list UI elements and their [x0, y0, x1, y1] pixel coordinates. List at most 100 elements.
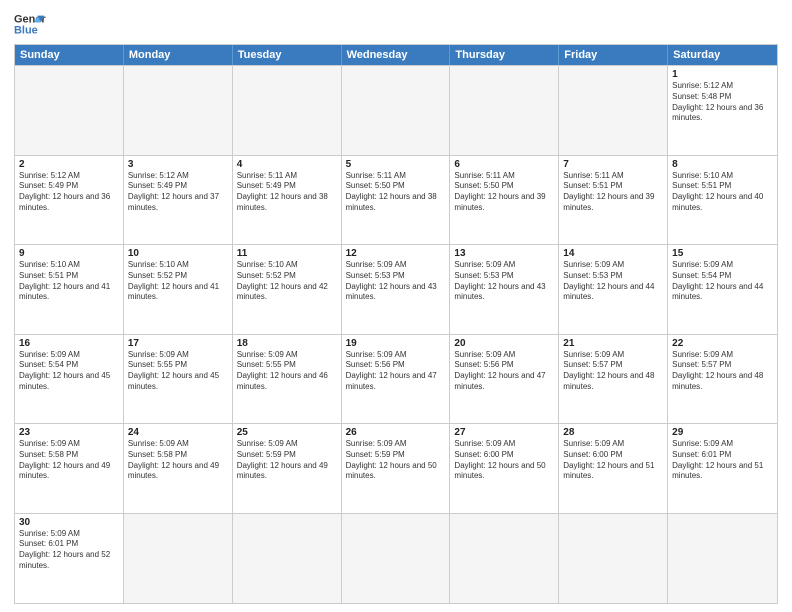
- calendar-day-10: 10Sunrise: 5:10 AM Sunset: 5:52 PM Dayli…: [124, 245, 233, 334]
- calendar-day-8: 8Sunrise: 5:10 AM Sunset: 5:51 PM Daylig…: [668, 156, 777, 245]
- calendar-day-30: 30Sunrise: 5:09 AM Sunset: 6:01 PM Dayli…: [15, 514, 124, 604]
- calendar-day-2: 2Sunrise: 5:12 AM Sunset: 5:49 PM Daylig…: [15, 156, 124, 245]
- calendar-day-4: 4Sunrise: 5:11 AM Sunset: 5:49 PM Daylig…: [233, 156, 342, 245]
- calendar-day-6: 6Sunrise: 5:11 AM Sunset: 5:50 PM Daylig…: [450, 156, 559, 245]
- generalblue-logo-icon: General Blue: [14, 10, 46, 38]
- day-sun-info: Sunrise: 5:09 AM Sunset: 5:56 PM Dayligh…: [346, 350, 446, 393]
- day-number: 23: [19, 427, 119, 438]
- day-number: 2: [19, 159, 119, 170]
- calendar-empty-cell: [342, 514, 451, 604]
- day-number: 14: [563, 248, 663, 259]
- calendar-empty-cell: [559, 66, 668, 155]
- logo: General Blue: [14, 10, 46, 38]
- calendar-empty-cell: [233, 514, 342, 604]
- day-number: 15: [672, 248, 773, 259]
- day-number: 13: [454, 248, 554, 259]
- calendar-day-21: 21Sunrise: 5:09 AM Sunset: 5:57 PM Dayli…: [559, 335, 668, 424]
- calendar-day-18: 18Sunrise: 5:09 AM Sunset: 5:55 PM Dayli…: [233, 335, 342, 424]
- calendar: SundayMondayTuesdayWednesdayThursdayFrid…: [14, 44, 778, 604]
- day-number: 29: [672, 427, 773, 438]
- calendar-week-3: 9Sunrise: 5:10 AM Sunset: 5:51 PM Daylig…: [15, 245, 777, 335]
- calendar-day-23: 23Sunrise: 5:09 AM Sunset: 5:58 PM Dayli…: [15, 424, 124, 513]
- calendar-header: SundayMondayTuesdayWednesdayThursdayFrid…: [15, 45, 777, 65]
- calendar-week-4: 16Sunrise: 5:09 AM Sunset: 5:54 PM Dayli…: [15, 335, 777, 425]
- day-number: 1: [672, 69, 773, 80]
- day-sun-info: Sunrise: 5:12 AM Sunset: 5:49 PM Dayligh…: [19, 171, 119, 214]
- day-number: 8: [672, 159, 773, 170]
- day-number: 17: [128, 338, 228, 349]
- page: General Blue SundayMondayTuesdayWednesda…: [0, 0, 792, 612]
- day-sun-info: Sunrise: 5:11 AM Sunset: 5:49 PM Dayligh…: [237, 171, 337, 214]
- day-sun-info: Sunrise: 5:09 AM Sunset: 5:53 PM Dayligh…: [563, 260, 663, 303]
- day-sun-info: Sunrise: 5:09 AM Sunset: 6:01 PM Dayligh…: [672, 439, 773, 482]
- header-day-monday: Monday: [124, 45, 233, 65]
- calendar-day-26: 26Sunrise: 5:09 AM Sunset: 5:59 PM Dayli…: [342, 424, 451, 513]
- calendar-empty-cell: [450, 66, 559, 155]
- day-sun-info: Sunrise: 5:09 AM Sunset: 5:57 PM Dayligh…: [672, 350, 773, 393]
- day-number: 3: [128, 159, 228, 170]
- calendar-day-16: 16Sunrise: 5:09 AM Sunset: 5:54 PM Dayli…: [15, 335, 124, 424]
- calendar-body: 1Sunrise: 5:12 AM Sunset: 5:48 PM Daylig…: [15, 65, 777, 603]
- header-day-friday: Friday: [559, 45, 668, 65]
- calendar-week-2: 2Sunrise: 5:12 AM Sunset: 5:49 PM Daylig…: [15, 156, 777, 246]
- day-number: 5: [346, 159, 446, 170]
- calendar-day-27: 27Sunrise: 5:09 AM Sunset: 6:00 PM Dayli…: [450, 424, 559, 513]
- day-number: 19: [346, 338, 446, 349]
- day-number: 27: [454, 427, 554, 438]
- day-number: 16: [19, 338, 119, 349]
- calendar-day-29: 29Sunrise: 5:09 AM Sunset: 6:01 PM Dayli…: [668, 424, 777, 513]
- day-sun-info: Sunrise: 5:09 AM Sunset: 5:55 PM Dayligh…: [128, 350, 228, 393]
- calendar-day-3: 3Sunrise: 5:12 AM Sunset: 5:49 PM Daylig…: [124, 156, 233, 245]
- day-number: 30: [19, 517, 119, 528]
- calendar-day-20: 20Sunrise: 5:09 AM Sunset: 5:56 PM Dayli…: [450, 335, 559, 424]
- calendar-day-19: 19Sunrise: 5:09 AM Sunset: 5:56 PM Dayli…: [342, 335, 451, 424]
- calendar-empty-cell: [559, 514, 668, 604]
- day-number: 4: [237, 159, 337, 170]
- calendar-week-5: 23Sunrise: 5:09 AM Sunset: 5:58 PM Dayli…: [15, 424, 777, 514]
- day-sun-info: Sunrise: 5:09 AM Sunset: 6:00 PM Dayligh…: [454, 439, 554, 482]
- day-sun-info: Sunrise: 5:09 AM Sunset: 6:01 PM Dayligh…: [19, 529, 119, 572]
- day-sun-info: Sunrise: 5:09 AM Sunset: 5:53 PM Dayligh…: [346, 260, 446, 303]
- day-sun-info: Sunrise: 5:09 AM Sunset: 5:56 PM Dayligh…: [454, 350, 554, 393]
- day-sun-info: Sunrise: 5:09 AM Sunset: 5:54 PM Dayligh…: [19, 350, 119, 393]
- calendar-day-24: 24Sunrise: 5:09 AM Sunset: 5:58 PM Dayli…: [124, 424, 233, 513]
- day-number: 21: [563, 338, 663, 349]
- calendar-day-11: 11Sunrise: 5:10 AM Sunset: 5:52 PM Dayli…: [233, 245, 342, 334]
- day-sun-info: Sunrise: 5:11 AM Sunset: 5:50 PM Dayligh…: [454, 171, 554, 214]
- day-sun-info: Sunrise: 5:10 AM Sunset: 5:52 PM Dayligh…: [128, 260, 228, 303]
- day-sun-info: Sunrise: 5:09 AM Sunset: 6:00 PM Dayligh…: [563, 439, 663, 482]
- day-number: 7: [563, 159, 663, 170]
- calendar-empty-cell: [233, 66, 342, 155]
- header-day-saturday: Saturday: [668, 45, 777, 65]
- calendar-day-1: 1Sunrise: 5:12 AM Sunset: 5:48 PM Daylig…: [668, 66, 777, 155]
- day-sun-info: Sunrise: 5:10 AM Sunset: 5:52 PM Dayligh…: [237, 260, 337, 303]
- calendar-day-5: 5Sunrise: 5:11 AM Sunset: 5:50 PM Daylig…: [342, 156, 451, 245]
- calendar-empty-cell: [668, 514, 777, 604]
- day-number: 22: [672, 338, 773, 349]
- calendar-day-9: 9Sunrise: 5:10 AM Sunset: 5:51 PM Daylig…: [15, 245, 124, 334]
- day-sun-info: Sunrise: 5:12 AM Sunset: 5:49 PM Dayligh…: [128, 171, 228, 214]
- header-day-wednesday: Wednesday: [342, 45, 451, 65]
- calendar-day-28: 28Sunrise: 5:09 AM Sunset: 6:00 PM Dayli…: [559, 424, 668, 513]
- day-number: 6: [454, 159, 554, 170]
- header: General Blue: [14, 10, 778, 38]
- day-number: 12: [346, 248, 446, 259]
- header-day-thursday: Thursday: [450, 45, 559, 65]
- day-sun-info: Sunrise: 5:09 AM Sunset: 5:55 PM Dayligh…: [237, 350, 337, 393]
- day-sun-info: Sunrise: 5:09 AM Sunset: 5:53 PM Dayligh…: [454, 260, 554, 303]
- day-number: 9: [19, 248, 119, 259]
- calendar-empty-cell: [15, 66, 124, 155]
- calendar-empty-cell: [124, 66, 233, 155]
- header-day-sunday: Sunday: [15, 45, 124, 65]
- calendar-empty-cell: [342, 66, 451, 155]
- day-sun-info: Sunrise: 5:09 AM Sunset: 5:59 PM Dayligh…: [346, 439, 446, 482]
- calendar-day-22: 22Sunrise: 5:09 AM Sunset: 5:57 PM Dayli…: [668, 335, 777, 424]
- day-number: 20: [454, 338, 554, 349]
- header-day-tuesday: Tuesday: [233, 45, 342, 65]
- day-number: 18: [237, 338, 337, 349]
- calendar-day-12: 12Sunrise: 5:09 AM Sunset: 5:53 PM Dayli…: [342, 245, 451, 334]
- day-sun-info: Sunrise: 5:09 AM Sunset: 5:54 PM Dayligh…: [672, 260, 773, 303]
- calendar-day-13: 13Sunrise: 5:09 AM Sunset: 5:53 PM Dayli…: [450, 245, 559, 334]
- day-number: 11: [237, 248, 337, 259]
- calendar-empty-cell: [450, 514, 559, 604]
